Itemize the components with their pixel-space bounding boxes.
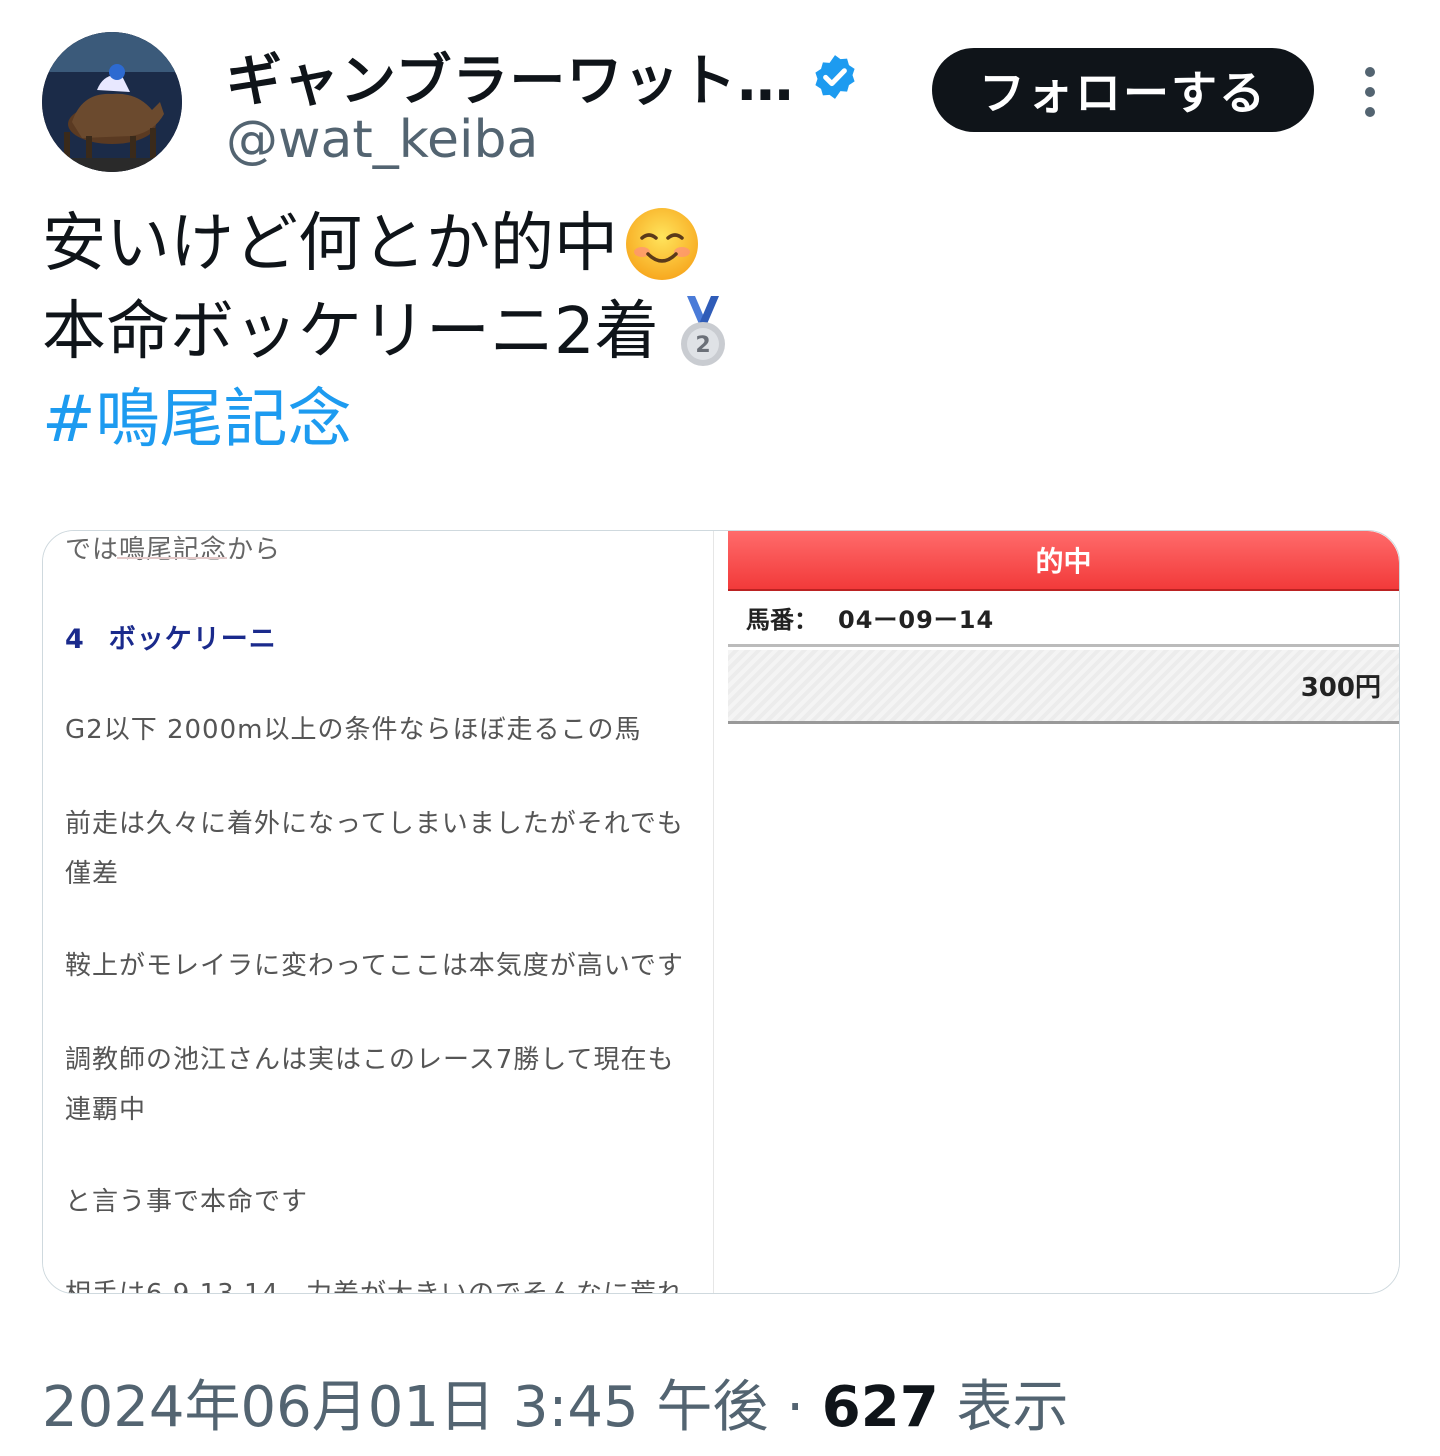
tweet-line-1: 安いけど何とか的中 xyxy=(42,200,741,288)
tweet-datetime[interactable]: 2024年06月01日 3:45 午後 xyxy=(42,1375,768,1440)
pick-horse-name: ボッケリーニ xyxy=(108,624,277,655)
hashtag-link[interactable]: #鳴尾記念 xyxy=(42,376,352,464)
pick-horse-number: 4 xyxy=(65,624,85,655)
media-divider xyxy=(713,531,728,1293)
user-handle[interactable]: @wat_keiba xyxy=(226,110,538,170)
media-attachment[interactable]: では鳴尾記念から 4 ボッケリーニ G2以下 2000m以上の条件ならほぼ走るこの… xyxy=(42,530,1400,1294)
hit-header: 的中 xyxy=(728,531,1399,591)
blog-paragraph-6: 相手は6,9,13,14 力差が大きいのでそんなに荒れ xyxy=(65,1273,684,1293)
views-count[interactable]: 627 xyxy=(822,1375,939,1440)
media-left-image[interactable]: では鳴尾記念から 4 ボッケリーニ G2以下 2000m以上の条件ならほぼ走るこの… xyxy=(43,531,727,1293)
svg-text:2: 2 xyxy=(695,333,710,358)
display-name-row[interactable]: ギャンブラーワット… xyxy=(226,36,860,117)
tweet-line-2: 本命ボッケリーニ2着 2 xyxy=(42,288,741,376)
horse-racing-avatar-image xyxy=(42,32,182,172)
media-right-image[interactable]: 的中 馬番： 04ー09ー14 300円 xyxy=(728,531,1399,1293)
tweet-line-3: #鳴尾記念 xyxy=(42,376,741,464)
tweet-line-2-text: 本命ボッケリーニ2着 xyxy=(42,295,659,369)
pick-horse-line: 4 ボッケリーニ xyxy=(65,617,277,656)
ticket-value: 04ー09ー14 xyxy=(838,606,995,634)
blog-paragraph-4a: 調教師の池江さんは実はこのレース7勝して現在も xyxy=(65,1045,675,1075)
blog-intro-text: では鳴尾記念から xyxy=(65,535,282,565)
payout-amount-row: 300円 xyxy=(728,650,1399,724)
blog-paragraph-3: 鞍上がモレイラに変わってここは本気度が高いです xyxy=(65,951,684,981)
tweet-line-1-text: 安いけど何とか的中 xyxy=(42,207,618,281)
follow-button[interactable]: フォローする xyxy=(932,48,1314,132)
views-label: 表示 xyxy=(938,1375,1069,1440)
blog-paragraph-1: G2以下 2000m以上の条件ならほぼ走るこの馬 xyxy=(65,715,642,745)
tweet-meta: 2024年06月01日 3:45 午後 · 627 表示 xyxy=(42,1362,1069,1443)
more-vertical-icon[interactable] xyxy=(1352,62,1388,122)
smiling-face-emoji-icon xyxy=(626,208,698,280)
verified-badge-icon xyxy=(815,54,855,99)
ticket-label: 馬番： xyxy=(746,606,818,634)
second-place-medal-emoji-icon: 2 xyxy=(680,296,725,366)
payout-amount: 300円 xyxy=(1300,673,1381,703)
intro-underline xyxy=(117,557,227,559)
meta-separator: · xyxy=(768,1375,822,1440)
blog-paragraph-4b: 連覇中 xyxy=(65,1095,147,1125)
tweet-text: 安いけど何とか的中 本命ボッケリーニ2着 2 #鳴尾記念 xyxy=(42,200,741,464)
avatar[interactable] xyxy=(42,32,182,172)
blog-paragraph-2a: 前走は久々に着外になってしまいましたがそれでも xyxy=(65,809,684,839)
display-name[interactable]: ギャンブラーワット… xyxy=(226,36,794,117)
ticket-row: 馬番： 04ー09ー14 xyxy=(728,591,1399,647)
blog-paragraph-2b: 僅差 xyxy=(65,859,120,889)
blog-paragraph-5: と言う事で本命です xyxy=(65,1187,309,1217)
